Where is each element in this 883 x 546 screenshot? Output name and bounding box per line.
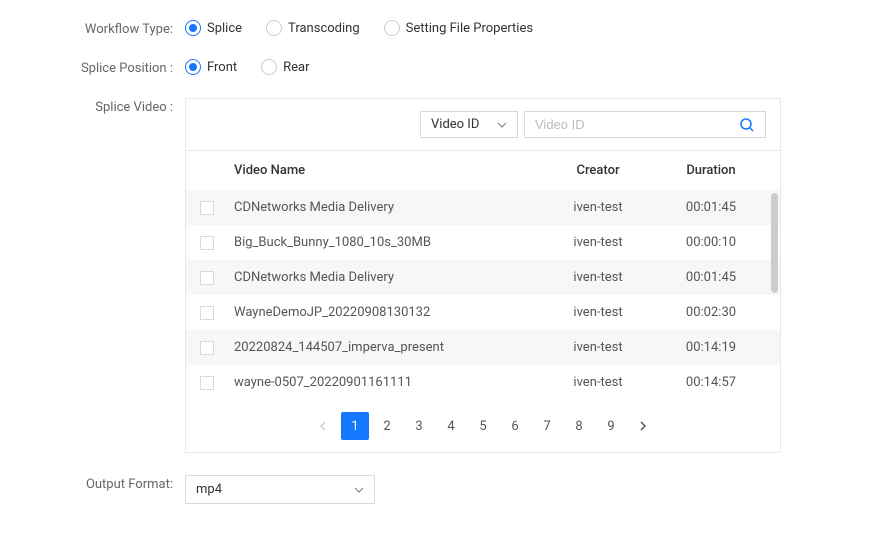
output-format-select[interactable]: mp4 xyxy=(185,475,375,504)
cell-name: Big_Buck_Bunny_1080_10s_30MB xyxy=(234,235,540,250)
splice-video-row: Splice Video : Video ID Video Name xyxy=(30,98,853,453)
splice-position-radio-front[interactable]: Front xyxy=(185,59,237,75)
radio-label: Transcoding xyxy=(288,21,360,36)
row-checkbox[interactable] xyxy=(200,236,214,250)
cell-creator: iven-test xyxy=(540,200,656,215)
radio-icon xyxy=(266,20,282,36)
page-6[interactable]: 6 xyxy=(501,412,529,440)
page-next[interactable] xyxy=(629,412,657,440)
page-9[interactable]: 9 xyxy=(597,412,625,440)
cell-name: CDNetworks Media Delivery xyxy=(234,270,540,285)
table-row[interactable]: CDNetworks Media Delivery iven-test 00:0… xyxy=(186,260,780,295)
page-5[interactable]: 5 xyxy=(469,412,497,440)
table-header: Video Name Creator Duration xyxy=(186,151,780,190)
workflow-type-row: Workflow Type: Splice Transcoding Settin… xyxy=(30,20,853,37)
radio-icon xyxy=(185,59,201,75)
cell-duration: 00:02:30 xyxy=(656,305,766,320)
cell-name: CDNetworks Media Delivery xyxy=(234,200,540,215)
cell-duration: 00:14:19 xyxy=(656,340,766,355)
radio-label: Setting File Properties xyxy=(406,21,533,36)
page-2[interactable]: 2 xyxy=(373,412,401,440)
search-type-select[interactable]: Video ID xyxy=(420,111,518,138)
chevron-left-icon xyxy=(318,421,328,431)
table-row[interactable]: Big_Buck_Bunny_1080_10s_30MB iven-test 0… xyxy=(186,225,780,260)
video-table: Video Name Creator Duration CDNetworks M… xyxy=(186,151,780,452)
row-checkbox[interactable] xyxy=(200,201,214,215)
row-checkbox[interactable] xyxy=(200,306,214,320)
page-4[interactable]: 4 xyxy=(437,412,465,440)
page-3[interactable]: 3 xyxy=(405,412,433,440)
page-1[interactable]: 1 xyxy=(341,412,369,440)
cell-duration: 00:00:10 xyxy=(656,235,766,250)
splice-position-radio-rear[interactable]: Rear xyxy=(261,59,309,75)
chevron-right-icon xyxy=(638,421,648,431)
workflow-radio-transcoding[interactable]: Transcoding xyxy=(266,20,360,36)
row-checkbox[interactable] xyxy=(200,271,214,285)
search-icon xyxy=(739,117,755,133)
video-search-bar: Video ID xyxy=(186,99,780,151)
cell-creator: iven-test xyxy=(540,375,656,390)
radio-icon xyxy=(261,59,277,75)
search-type-value: Video ID xyxy=(431,117,479,132)
page-prev[interactable] xyxy=(309,412,337,440)
workflow-radio-setting-file-properties[interactable]: Setting File Properties xyxy=(384,20,533,36)
cell-duration: 00:14:57 xyxy=(656,375,766,390)
cell-creator: iven-test xyxy=(540,305,656,320)
cell-name: wayne-0507_20220901161111 xyxy=(234,375,540,390)
radio-icon xyxy=(384,20,400,36)
row-checkbox[interactable] xyxy=(200,376,214,390)
cell-name: WayneDemoJP_20220908130132 xyxy=(234,305,540,320)
cell-name: 20220824_144507_imperva_present xyxy=(234,340,540,355)
search-button[interactable] xyxy=(729,117,765,133)
workflow-radio-splice[interactable]: Splice xyxy=(185,20,242,36)
header-checkbox-col xyxy=(200,163,234,178)
video-panel: Video ID Video Name Creator Duration xyxy=(185,98,781,453)
splice-position-label: Splice Position : xyxy=(30,59,185,76)
splice-video-label: Splice Video : xyxy=(30,98,185,115)
radio-label: Splice xyxy=(207,21,242,36)
splice-position-radio-group: Front Rear xyxy=(185,59,853,75)
header-creator: Creator xyxy=(540,163,656,178)
cell-duration: 00:01:45 xyxy=(656,200,766,215)
cell-creator: iven-test xyxy=(540,235,656,250)
row-checkbox[interactable] xyxy=(200,341,214,355)
cell-creator: iven-test xyxy=(540,340,656,355)
table-body: CDNetworks Media Delivery iven-test 00:0… xyxy=(186,190,780,400)
chevron-down-icon xyxy=(497,120,507,130)
search-input[interactable] xyxy=(525,112,729,137)
table-row[interactable]: 20220824_144507_imperva_present iven-tes… xyxy=(186,330,780,365)
output-format-value: mp4 xyxy=(196,482,222,497)
cell-duration: 00:01:45 xyxy=(656,270,766,285)
scrollbar[interactable] xyxy=(771,193,778,293)
search-input-wrapper xyxy=(524,111,766,138)
header-name: Video Name xyxy=(234,163,540,178)
table-row[interactable]: wayne-0507_20220901161111 iven-test 00:1… xyxy=(186,365,780,400)
radio-icon xyxy=(185,20,201,36)
splice-position-row: Splice Position : Front Rear xyxy=(30,59,853,76)
radio-label: Rear xyxy=(283,60,309,75)
page-7[interactable]: 7 xyxy=(533,412,561,440)
output-format-row: Output Format: mp4 xyxy=(30,475,853,504)
workflow-type-label: Workflow Type: xyxy=(30,20,185,37)
page-8[interactable]: 8 xyxy=(565,412,593,440)
cell-creator: iven-test xyxy=(540,270,656,285)
radio-label: Front xyxy=(207,60,237,75)
output-format-label: Output Format: xyxy=(30,475,185,492)
pagination: 1 2 3 4 5 6 7 8 9 xyxy=(186,400,780,452)
table-row[interactable]: WayneDemoJP_20220908130132 iven-test 00:… xyxy=(186,295,780,330)
header-duration: Duration xyxy=(656,163,766,178)
chevron-down-icon xyxy=(354,485,364,495)
workflow-type-radio-group: Splice Transcoding Setting File Properti… xyxy=(185,20,853,36)
table-row[interactable]: CDNetworks Media Delivery iven-test 00:0… xyxy=(186,190,780,225)
